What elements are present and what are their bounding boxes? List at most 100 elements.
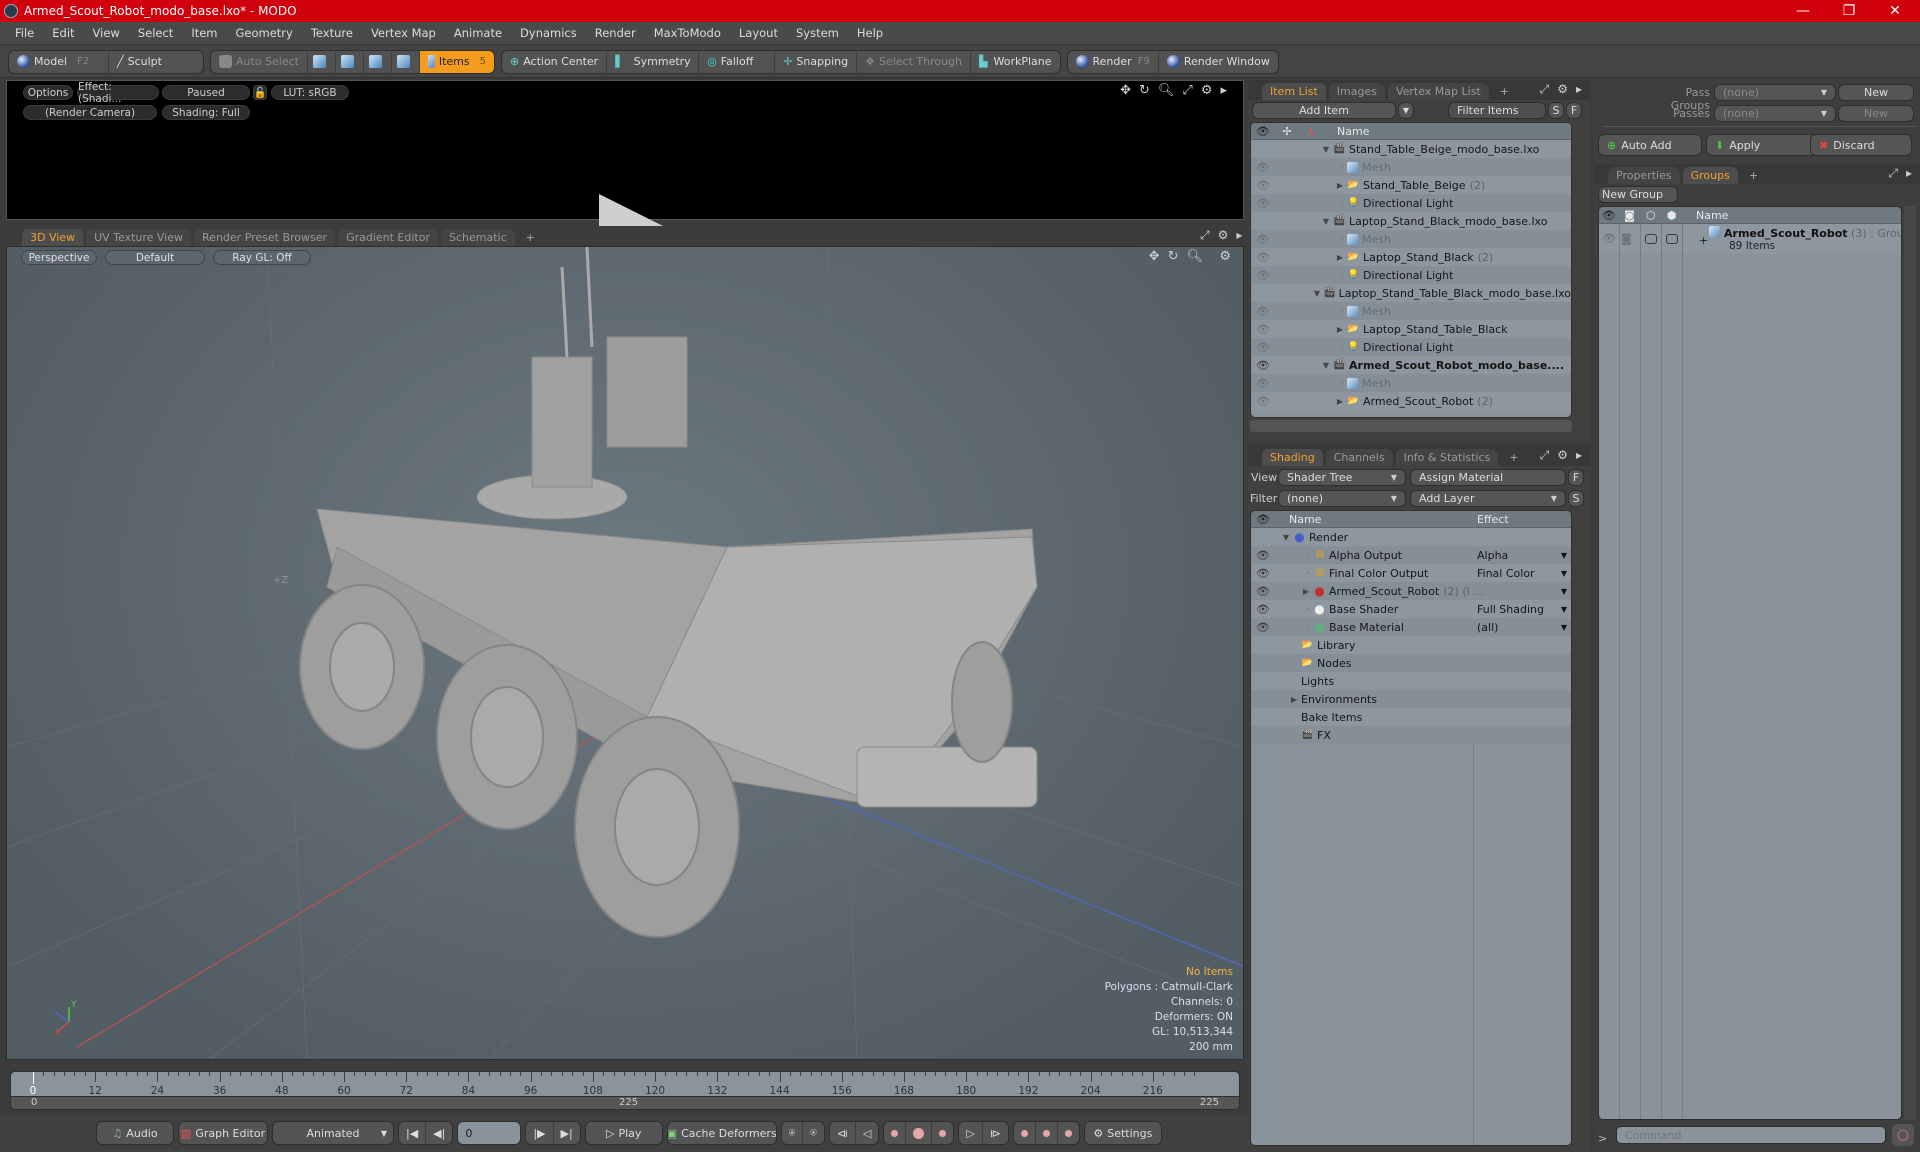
- camera-dropdown[interactable]: (Render Camera): [23, 105, 157, 120]
- item-row[interactable]: 👁 · 💡 Directional Light: [1251, 266, 1571, 284]
- shading-tab-info-statistics[interactable]: Info & Statistics: [1395, 449, 1499, 466]
- item-row[interactable]: 👁 · 💡 Directional Light: [1251, 338, 1571, 356]
- shading-dropdown[interactable]: Shading: Full: [162, 105, 250, 120]
- undo-key-button[interactable]: [1014, 1122, 1036, 1144]
- play-button[interactable]: ▷ Play: [586, 1122, 662, 1144]
- close-button[interactable]: ✕: [1872, 0, 1918, 22]
- shader-row[interactable]: 👁 ▶ ● Armed_Scout_Robot (2) (I ... ▼: [1251, 582, 1571, 600]
- frame-input[interactable]: 0: [458, 1122, 520, 1144]
- menu-edit[interactable]: Edit: [52, 26, 74, 40]
- menu-select[interactable]: Select: [138, 26, 173, 40]
- command-input[interactable]: [1616, 1126, 1886, 1144]
- lock-icon[interactable]: 🔓: [253, 85, 267, 100]
- viewport-gear-icon[interactable]: ⚙: [1218, 228, 1229, 243]
- item-row[interactable]: ▼ 🎬 Stand_Table_Beige_modo_base.lxo: [1251, 140, 1571, 158]
- itemlist-tab-images[interactable]: Images: [1328, 83, 1385, 100]
- add-item-button[interactable]: Add Item: [1252, 102, 1396, 119]
- workplane-button[interactable]: ▙ WorkPlane: [971, 51, 1060, 73]
- timeline-ruler[interactable]: 0 12 24 36 48 60 72 84 96 108 120 132 144 156 168 180 19…: [10, 1071, 1240, 1097]
- visibility-eye-icon[interactable]: 👁: [1251, 305, 1275, 318]
- item-row[interactable]: 👁 ▶ 📂 Laptop_Stand_Table_Black: [1251, 320, 1571, 338]
- expand-plus-icon[interactable]: +: [1699, 234, 1708, 247]
- shading-style-dropdown[interactable]: Default: [105, 250, 205, 265]
- polygons-mode-button[interactable]: [364, 50, 392, 73]
- menu-geometry[interactable]: Geometry: [236, 26, 293, 40]
- vp-gear-icon[interactable]: ⚙: [1219, 249, 1231, 264]
- groups-tab-properties[interactable]: Properties: [1608, 167, 1680, 184]
- viewport-tab-uv-texture-view[interactable]: UV Texture View: [86, 229, 192, 246]
- collapse-arrow-icon[interactable]: ▼: [1275, 361, 1333, 370]
- il-maximize-icon[interactable]: ⤢: [1540, 82, 1550, 97]
- falloff-button[interactable]: ◎ Falloff: [699, 50, 776, 73]
- next-frame-button[interactable]: ⧐: [983, 1122, 1008, 1144]
- key-down-button[interactable]: ⍟: [803, 1122, 824, 1144]
- expand-arrow-icon[interactable]: ▶: [1275, 253, 1347, 262]
- item-row[interactable]: 👁 · Mesh: [1251, 374, 1571, 392]
- record-button[interactable]: [906, 1122, 933, 1144]
- shader-row[interactable]: Bake Items: [1251, 708, 1571, 726]
- visibility-eye-icon[interactable]: 👁: [1251, 549, 1275, 562]
- item-row[interactable]: 👁 · Mesh: [1251, 230, 1571, 248]
- maximize-icon[interactable]: ⤢: [1182, 83, 1192, 98]
- menu-item[interactable]: Item: [191, 26, 217, 40]
- preview-paused-button[interactable]: Paused: [162, 85, 250, 100]
- current-frame-marker[interactable]: [33, 1072, 34, 1084]
- viewport-tab-schematic[interactable]: Schematic: [441, 229, 515, 246]
- group-select-checkbox[interactable]: [1666, 234, 1678, 244]
- shader-row[interactable]: 👁 · ▨ Final Color Output Final Color ▼: [1251, 564, 1571, 582]
- render-window-button[interactable]: Render Window: [1159, 51, 1278, 73]
- go-end-button[interactable]: ▶|: [554, 1122, 580, 1144]
- effect-dropdown-icon[interactable]: ▼: [1561, 551, 1567, 560]
- sh-maximize-icon[interactable]: ⤢: [1540, 448, 1550, 463]
- group-lock-checkbox[interactable]: [1645, 234, 1657, 244]
- snapping-button[interactable]: ✛ Snapping: [775, 50, 858, 73]
- vp-rotate-icon[interactable]: ↻: [1168, 249, 1179, 264]
- expand-arrow-icon[interactable]: ▶: [1275, 397, 1347, 406]
- viewport-tab-render-preset-browser[interactable]: Render Preset Browser: [194, 229, 336, 246]
- group-visibility-icon[interactable]: 👁: [1599, 232, 1619, 245]
- lut-dropdown[interactable]: LUT: sRGB: [271, 85, 349, 100]
- add-layer-dropdown[interactable]: Add Layer ▼: [1410, 490, 1566, 507]
- new-pass-button[interactable]: New: [1838, 105, 1914, 122]
- prev-key-button[interactable]: ◀|: [426, 1122, 452, 1144]
- render-button[interactable]: Render F9: [1068, 50, 1159, 73]
- shader-row[interactable]: 📂 Library: [1251, 636, 1571, 654]
- pass-groups-dropdown[interactable]: (none) ▼: [1714, 84, 1836, 101]
- sh-s-button[interactable]: S: [1568, 490, 1584, 507]
- audio-button[interactable]: ♫ Audio: [97, 1122, 173, 1144]
- viewport-arrow-icon[interactable]: ▸: [1236, 228, 1242, 243]
- auto-select-button[interactable]: Auto Select: [211, 50, 308, 73]
- shading-add-tab-button[interactable]: +: [1501, 449, 1526, 466]
- visibility-eye-icon[interactable]: 👁: [1251, 377, 1275, 390]
- auto-add-button[interactable]: ⊕ Auto Add: [1598, 134, 1702, 156]
- expand-arrow-icon[interactable]: ▶: [1275, 181, 1347, 190]
- select-through-button[interactable]: ❖ Select Through: [857, 50, 972, 73]
- group-render-icon[interactable]: ◙: [1621, 232, 1632, 245]
- sculpt-mode-button[interactable]: ╱ Sculpt: [109, 51, 170, 73]
- key-select-button[interactable]: [1058, 1122, 1079, 1144]
- il-gear-icon[interactable]: ⚙: [1557, 82, 1568, 97]
- itemlist-tab-item-list[interactable]: Item List: [1262, 83, 1326, 100]
- item-row[interactable]: 👁 ▶ 📂 Stand_Table_Beige (2): [1251, 176, 1571, 194]
- preview-effect-dropdown[interactable]: Effect: (Shadi...: [77, 81, 159, 105]
- effect-dropdown-icon[interactable]: ▼: [1561, 569, 1567, 578]
- step-forward-button[interactable]: ▷: [959, 1122, 983, 1144]
- group-row[interactable]: 👁 ◙ + Armed_Scout_Robot (3) : Group 89 I…: [1599, 224, 1901, 254]
- add-item-dropdown[interactable]: ▼: [1398, 102, 1414, 119]
- visibility-eye-icon[interactable]: 👁: [1251, 603, 1275, 616]
- groups-add-tab-button[interactable]: +: [1741, 167, 1766, 184]
- animated-dropdown[interactable]: Animated ▼: [273, 1122, 393, 1144]
- il-arrow-icon[interactable]: ▸: [1576, 82, 1582, 97]
- timeline-range[interactable]: 0 225 225: [10, 1097, 1240, 1110]
- visibility-eye-icon[interactable]: 👁: [1251, 233, 1275, 246]
- cache-deformers-button[interactable]: ▣ Cache Deformers: [668, 1122, 776, 1144]
- passes-dropdown[interactable]: (none) ▼: [1714, 105, 1836, 122]
- assign-material-button[interactable]: Assign Material: [1410, 469, 1566, 486]
- visibility-eye-icon[interactable]: 👁: [1251, 251, 1275, 264]
- visibility-eye-icon[interactable]: 👁: [1251, 621, 1275, 634]
- item-row[interactable]: ▼ 🎬 Laptop_Stand_Black_modo_base.lxo: [1251, 212, 1571, 230]
- sh-f-button[interactable]: F: [1568, 469, 1584, 486]
- visibility-eye-icon[interactable]: 👁: [1251, 179, 1275, 192]
- expand-arrow-icon[interactable]: ▸: [1220, 83, 1227, 98]
- menu-render[interactable]: Render: [595, 26, 636, 40]
